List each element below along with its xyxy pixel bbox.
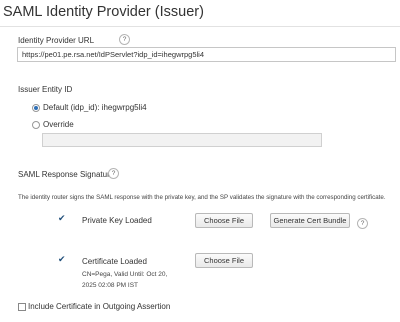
include-certificate-label: Include Certificate in Outgoing Assertio… xyxy=(28,302,171,311)
page-title: SAML Identity Provider (Issuer) xyxy=(3,4,204,20)
override-radio-label: Override xyxy=(43,120,74,129)
include-certificate-checkbox[interactable] xyxy=(18,303,26,311)
checkmark-icon: ✔ xyxy=(58,213,66,223)
help-icon[interactable]: ? xyxy=(108,168,119,179)
help-icon[interactable]: ? xyxy=(119,34,130,45)
certificate-choose-file-button[interactable]: Choose File xyxy=(195,253,253,268)
override-radio[interactable] xyxy=(32,121,40,129)
idp-url-label: Identity Provider URL xyxy=(18,36,95,45)
private-key-label: Private Key Loaded xyxy=(82,216,152,225)
override-field[interactable] xyxy=(42,133,322,147)
signature-description: The identity router signs the SAML respo… xyxy=(18,194,386,201)
title-divider xyxy=(0,26,400,27)
idp-url-field[interactable]: https://pe01.pe.rsa.net/IdPServlet?idp_i… xyxy=(17,47,396,62)
default-radio[interactable] xyxy=(32,104,40,112)
generate-cert-bundle-button[interactable]: Generate Cert Bundle xyxy=(270,213,350,228)
saml-response-signature-label: SAML Response Signature xyxy=(18,170,115,179)
help-icon[interactable]: ? xyxy=(357,218,368,229)
private-key-choose-file-button[interactable]: Choose File xyxy=(195,213,253,228)
certificate-info-line2: 2025 02:08 PM IST xyxy=(82,282,139,289)
certificate-info-line1: CN=Pega, Valid Until: Oct 20, xyxy=(82,271,168,278)
default-radio-label: Default (idp_id): ihegwrpg5li4 xyxy=(43,103,147,112)
checkmark-icon: ✔ xyxy=(58,254,66,264)
issuer-entity-id-label: Issuer Entity ID xyxy=(18,85,73,94)
certificate-label: Certificate Loaded xyxy=(82,257,147,266)
